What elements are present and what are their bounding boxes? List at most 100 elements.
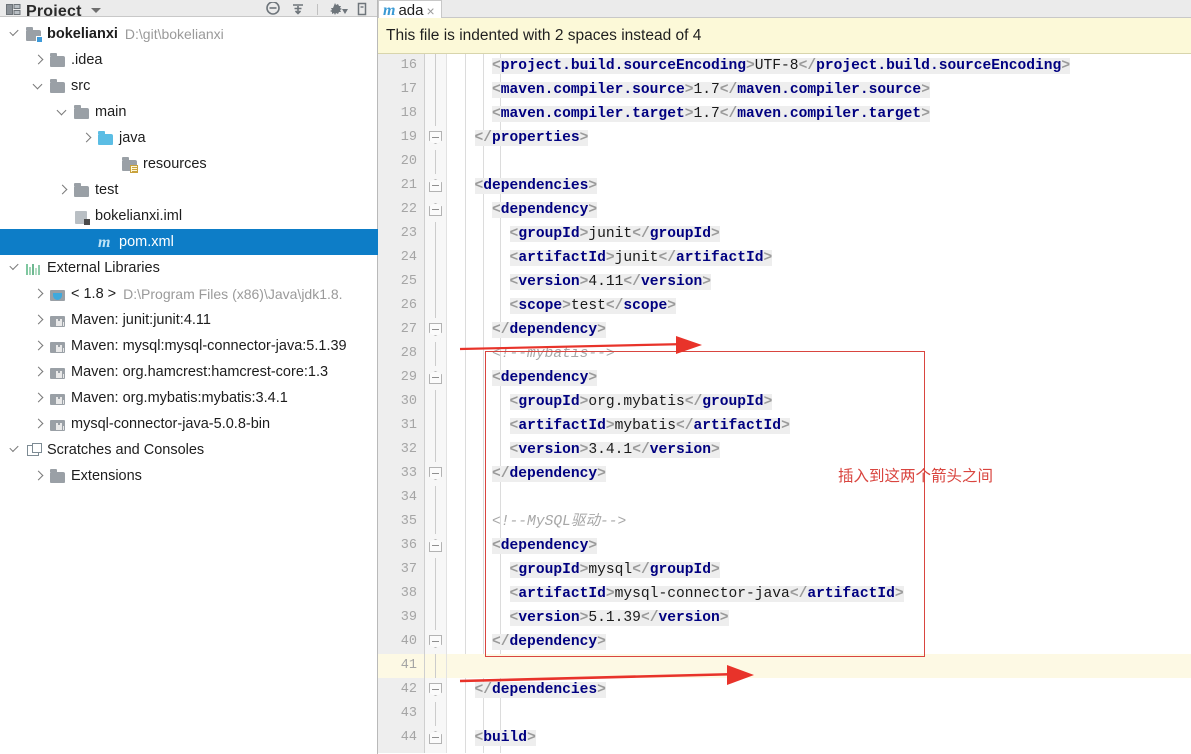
chevron-down-icon[interactable] (32, 79, 46, 93)
line-number[interactable]: 27 (378, 318, 424, 342)
line-number[interactable]: 33 (378, 462, 424, 486)
code-line[interactable]: <version>4.11</version> (447, 270, 1191, 294)
code-line[interactable]: <dependency> (447, 198, 1191, 222)
tree-item-test[interactable]: test (0, 177, 377, 203)
chevron-right-icon[interactable] (32, 287, 46, 301)
code-line[interactable] (447, 150, 1191, 174)
code-line[interactable]: </dependency> (447, 462, 1191, 486)
line-number[interactable]: 44 (378, 726, 424, 750)
tree-item-external-libraries[interactable]: External Libraries (0, 255, 377, 281)
tree-item-maven-org-hamcrest-hamcrest-core-1-3[interactable]: Maven: org.hamcrest:hamcrest-core:1.3 (0, 359, 377, 385)
line-number[interactable]: 29 (378, 366, 424, 390)
code-line[interactable]: <version>5.1.39</version> (447, 606, 1191, 630)
line-number[interactable]: 28 (378, 342, 424, 366)
line-number[interactable]: 32 (378, 438, 424, 462)
code-line[interactable]: <dependencies> (447, 174, 1191, 198)
hide-panel-icon[interactable] (354, 2, 370, 16)
line-number[interactable]: 34 (378, 486, 424, 510)
chevron-right-icon[interactable] (32, 365, 46, 379)
tab-pom-xml[interactable]: m ada × (378, 0, 442, 19)
code-line[interactable]: <groupId>org.mybatis</groupId> (447, 390, 1191, 414)
tree-item-bokelianxi[interactable]: bokelianxi D:\git\bokelianxi (0, 21, 377, 47)
fold-end-icon[interactable] (429, 467, 442, 480)
line-number[interactable]: 26 (378, 294, 424, 318)
line-number[interactable]: 21 (378, 174, 424, 198)
chevron-down-icon[interactable] (90, 8, 101, 13)
code-line[interactable]: <artifactId>mysql-connector-java</artifa… (447, 582, 1191, 606)
tree-item-idea[interactable]: .idea (0, 47, 377, 73)
fold-end-icon[interactable] (429, 323, 442, 336)
indentation-notice-bar[interactable]: This file is indented with 2 spaces inst… (378, 18, 1191, 54)
line-number[interactable]: 42 (378, 678, 424, 702)
fold-end-icon[interactable] (429, 635, 442, 648)
code-line[interactable] (447, 702, 1191, 726)
line-number[interactable]: 23 (378, 222, 424, 246)
project-tree[interactable]: bokelianxi D:\git\bokelianxi .idea src main j… (0, 17, 378, 489)
line-number[interactable]: 25 (378, 270, 424, 294)
code-line[interactable]: <!--MySQL驱动--> (447, 510, 1191, 534)
chevron-down-icon[interactable] (8, 443, 22, 457)
code-fold-gutter[interactable] (425, 54, 447, 753)
line-number[interactable]: 36 (378, 534, 424, 558)
code-line[interactable]: <build> (447, 726, 1191, 750)
line-number[interactable]: 22 (378, 198, 424, 222)
tree-item-bokelianxi-iml[interactable]: bokelianxi.iml (0, 203, 377, 229)
tree-item-src[interactable]: src (0, 73, 377, 99)
code-line[interactable]: </dependencies> (447, 678, 1191, 702)
fold-collapse-icon[interactable] (429, 203, 442, 216)
collapse-all-icon[interactable] (265, 1, 281, 16)
line-number[interactable]: 16 (378, 54, 424, 78)
chevron-right-icon[interactable] (32, 313, 46, 327)
line-number[interactable]: 40 (378, 630, 424, 654)
code-line[interactable]: </dependency> (447, 630, 1191, 654)
locate-icon[interactable] (290, 2, 306, 16)
code-line[interactable]: <artifactId>mybatis</artifactId> (447, 414, 1191, 438)
line-number[interactable]: 31 (378, 414, 424, 438)
chevron-right-icon[interactable] (56, 183, 70, 197)
tree-item-scratches-and-consoles[interactable]: Scratches and Consoles (0, 437, 377, 463)
code-line[interactable]: <maven.compiler.target>1.7</maven.compil… (447, 102, 1191, 126)
code-line[interactable]: <artifactId>junit</artifactId> (447, 246, 1191, 270)
line-number[interactable]: 30 (378, 390, 424, 414)
code-line[interactable]: <scope>test</scope> (447, 294, 1191, 318)
fold-end-icon[interactable] (429, 131, 442, 144)
tree-item-java[interactable]: java (0, 125, 377, 151)
line-number[interactable]: 37 (378, 558, 424, 582)
line-number[interactable]: 24 (378, 246, 424, 270)
code-line[interactable] (447, 486, 1191, 510)
tree-item-mysql-connector-java-5-0-8-bin[interactable]: mysql-connector-java-5.0.8-bin (0, 411, 377, 437)
tree-item-extensions[interactable]: Extensions (0, 463, 377, 489)
chevron-right-icon[interactable] (32, 417, 46, 431)
line-number[interactable]: 39 (378, 606, 424, 630)
tree-item-resources[interactable]: resources (0, 151, 377, 177)
chevron-right-icon[interactable] (80, 131, 94, 145)
chevron-right-icon[interactable] (32, 339, 46, 353)
tree-item-main[interactable]: main (0, 99, 377, 125)
code-line[interactable]: <groupId>mysql</groupId> (447, 558, 1191, 582)
chevron-right-icon[interactable] (32, 53, 46, 67)
project-panel-title-group[interactable]: Project (0, 0, 101, 16)
code-line[interactable]: </properties> (447, 126, 1191, 150)
tree-item-maven-junit-junit-4-11[interactable]: Maven: junit:junit:4.11 (0, 307, 377, 333)
chevron-down-icon[interactable] (56, 105, 70, 119)
code-line[interactable]: <!--mybatis--> (447, 342, 1191, 366)
code-line[interactable]: <dependency> (447, 534, 1191, 558)
line-number[interactable]: 41 (378, 654, 424, 678)
tree-item-maven-mysql-mysql-connector-java-5-1-39[interactable]: Maven: mysql:mysql-connector-java:5.1.39 (0, 333, 377, 359)
chevron-down-icon[interactable] (8, 27, 22, 41)
line-number[interactable]: 38 (378, 582, 424, 606)
line-number-gutter[interactable]: 16 17 18 19 20 21 22 23 24 25 26 27 28 29 30 31 32 33 34 35… (378, 54, 425, 753)
code-text[interactable]: <project.build.sourceEncoding>UTF-8</pro… (447, 54, 1191, 753)
line-number[interactable]: 20 (378, 150, 424, 174)
chevron-right-icon[interactable] (32, 469, 46, 483)
line-number[interactable]: 18 (378, 102, 424, 126)
close-icon[interactable]: × (426, 4, 434, 18)
settings-gear-icon[interactable] (329, 2, 348, 16)
line-number[interactable]: 43 (378, 702, 424, 726)
code-line[interactable]: <dependency> (447, 366, 1191, 390)
tree-item-pom-xml[interactable]: m pom.xml (0, 229, 378, 255)
tree-item-1-8[interactable]: < 1.8 > D:\Program Files (x86)\Java\jdk1.… (0, 281, 377, 307)
fold-collapse-icon[interactable] (429, 731, 442, 744)
fold-collapse-icon[interactable] (429, 371, 442, 384)
chevron-down-icon[interactable] (8, 261, 22, 275)
